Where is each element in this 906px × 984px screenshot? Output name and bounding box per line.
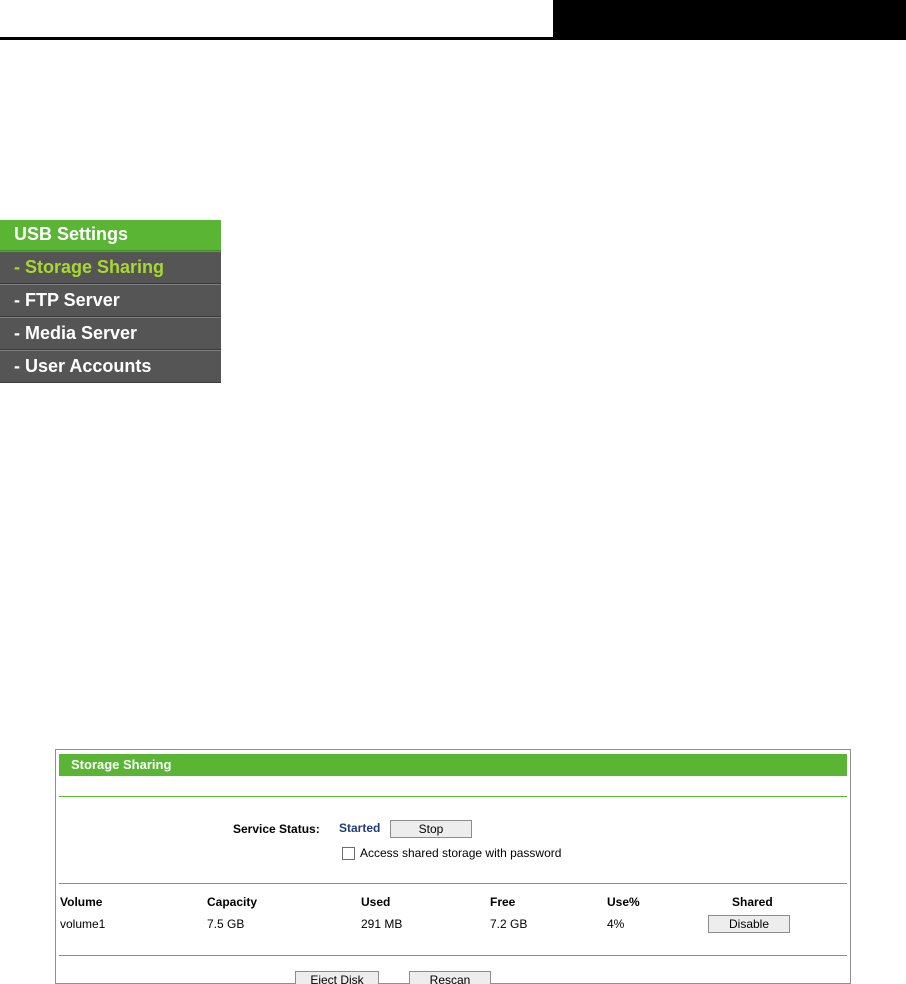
panel-title: Storage Sharing <box>59 754 847 776</box>
cell-used: 291 MB <box>361 917 403 931</box>
eject-disk-button[interactable]: Eject Disk <box>295 971 379 984</box>
service-status-label: Service Status: <box>233 822 320 836</box>
password-access-label: Access shared storage with password <box>360 846 562 860</box>
usb-settings-menu: USB Settings - Storage Sharing - FTP Ser… <box>0 220 221 383</box>
cell-capacity: 7.5 GB <box>207 917 245 931</box>
menu-item-ftp-server[interactable]: - FTP Server <box>0 284 221 317</box>
column-header-shared: Shared <box>732 895 773 909</box>
manual-page: USB Settings - Storage Sharing - FTP Ser… <box>0 0 906 984</box>
column-header-volume: Volume <box>60 895 103 909</box>
cell-free: 7.2 GB <box>490 917 528 931</box>
disable-share-button[interactable]: Disable <box>708 915 790 933</box>
menu-item-storage-sharing[interactable]: - Storage Sharing <box>0 251 221 284</box>
menu-item-media-server[interactable]: - Media Server <box>0 317 221 350</box>
menu-item-user-accounts[interactable]: - User Accounts <box>0 350 221 383</box>
divider-bottom <box>59 955 847 956</box>
divider-top <box>59 796 847 797</box>
password-access-checkbox[interactable] <box>342 847 355 860</box>
stop-button[interactable]: Stop <box>390 820 472 838</box>
column-header-used: Used <box>361 895 391 909</box>
header-rule <box>0 37 906 40</box>
menu-header-usb-settings: USB Settings <box>0 220 221 251</box>
service-status-value: Started <box>339 821 381 835</box>
header-black-block <box>553 0 906 39</box>
column-header-use-percent: Use% <box>607 895 640 909</box>
column-header-capacity: Capacity <box>207 895 258 909</box>
cell-use-percent: 4% <box>607 917 625 931</box>
storage-sharing-panel: Storage Sharing Service Status: Started … <box>55 749 851 984</box>
rescan-button[interactable]: Rescan <box>409 971 491 984</box>
cell-volume: volume1 <box>60 917 106 931</box>
divider-middle <box>59 883 847 884</box>
column-header-free: Free <box>490 895 516 909</box>
